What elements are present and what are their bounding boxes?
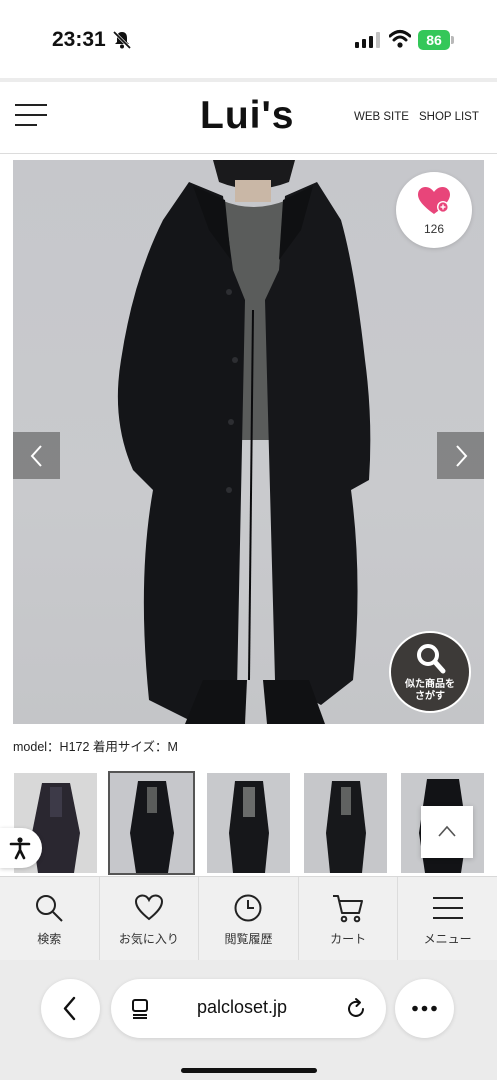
model-info: model：H172 着用サイズ：M: [13, 740, 178, 754]
bell-muted-icon: [112, 30, 132, 50]
nav-history[interactable]: 閲覧履歴: [199, 877, 299, 960]
browser-toolbar: palcloset.jp: [0, 960, 497, 1080]
page-settings-icon: [132, 999, 148, 1019]
scroll-to-top-button[interactable]: [421, 806, 473, 858]
shop-list-link[interactable]: SHOP LIST: [419, 111, 479, 123]
nav-search[interactable]: 検索: [0, 877, 100, 960]
nav-history-label: 閲覧履歴: [224, 932, 273, 946]
bottom-navigation: 検索 お気に入り 閲覧履歴 カート メニュー: [0, 876, 497, 960]
chevron-up-icon: [438, 825, 456, 837]
heart-icon: [134, 894, 163, 921]
browser-more-button[interactable]: [395, 979, 454, 1038]
nav-cart-label: カート: [330, 932, 367, 946]
find-similar-button[interactable]: 似た商品を さがす: [389, 631, 471, 713]
battery-level: 86: [418, 30, 450, 50]
chevron-left-icon: [63, 996, 76, 1021]
wifi-icon: [389, 30, 411, 48]
reload-icon[interactable]: [344, 997, 368, 1021]
favorite-count: 126: [423, 222, 445, 236]
accessibility-icon: [9, 837, 31, 860]
search-icon: [36, 895, 64, 922]
clock-icon: [234, 894, 262, 922]
thumbnail-4[interactable]: [304, 773, 387, 873]
url-text: palcloset.jp: [197, 997, 288, 1017]
heart-plus-icon: [418, 187, 450, 214]
battery-indicator: 86: [418, 30, 454, 50]
favorite-button[interactable]: 126: [396, 172, 472, 248]
home-indicator: [181, 1068, 317, 1073]
chevron-left-icon: [30, 445, 42, 467]
nav-cart[interactable]: カート: [299, 877, 399, 960]
cart-icon: [333, 895, 364, 923]
browser-back-button[interactable]: [41, 979, 100, 1038]
signal-icon: [355, 32, 380, 48]
hamburger-menu-icon[interactable]: [15, 104, 47, 128]
nav-menu[interactable]: メニュー: [398, 877, 497, 960]
more-dots-icon: [412, 1005, 437, 1012]
web-site-link[interactable]: WEB SITE: [354, 111, 409, 123]
thumbnail-2[interactable]: [108, 771, 195, 875]
prev-image-button[interactable]: [13, 432, 60, 479]
site-logo[interactable]: Lui's: [200, 94, 294, 138]
nav-menu-label: メニュー: [423, 932, 472, 946]
accessibility-button[interactable]: [0, 828, 42, 868]
thumbnail-3[interactable]: [207, 773, 290, 873]
nav-favorites-label: お気に入り: [118, 932, 179, 946]
nav-search-label: 検索: [37, 932, 62, 946]
address-bar[interactable]: palcloset.jp: [111, 979, 386, 1038]
search-icon: [417, 644, 446, 674]
status-bar: 23:31 86: [0, 0, 497, 78]
next-image-button[interactable]: [437, 432, 484, 479]
status-time: 23:31: [52, 28, 106, 51]
site-header: Lui's WEB SITE SHOP LIST: [0, 82, 497, 154]
chevron-right-icon: [456, 445, 468, 467]
nav-favorites[interactable]: お気に入り: [100, 877, 200, 960]
menu-icon: [432, 897, 463, 919]
find-similar-label: 似た商品を さがす: [405, 679, 455, 702]
